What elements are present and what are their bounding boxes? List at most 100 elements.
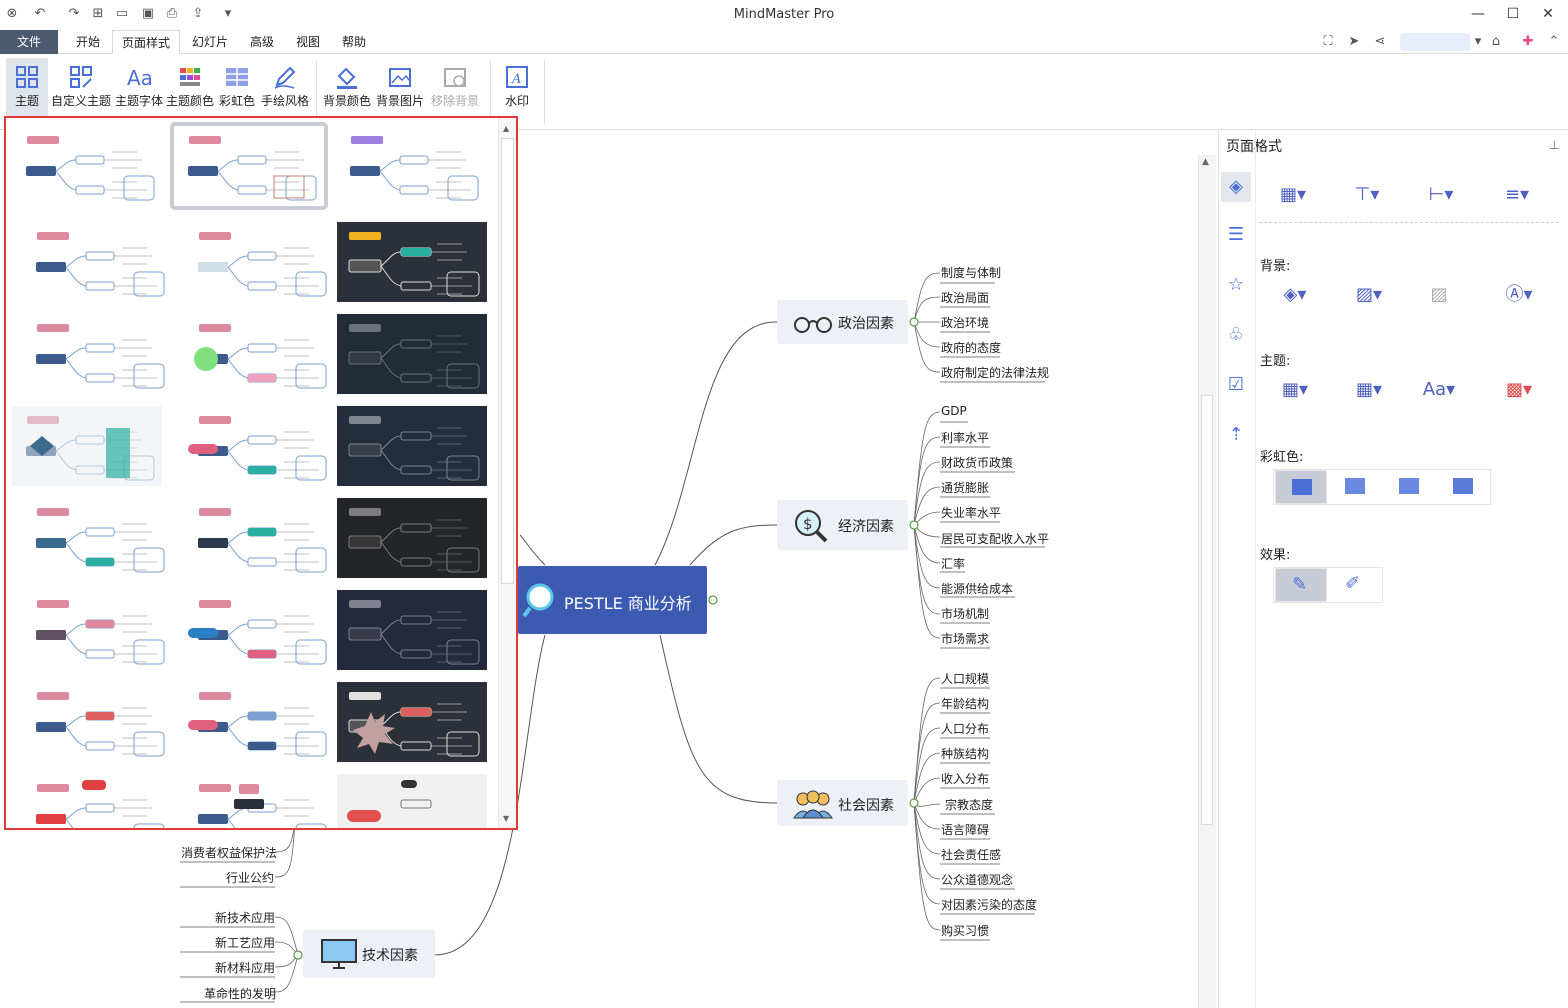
subtopic[interactable]: 财政货币政策 xyxy=(941,454,1013,471)
topic-social[interactable]: 社会因素 xyxy=(777,780,908,826)
rainbow-button[interactable]: 彩虹色 xyxy=(216,58,258,124)
fullscreen-icon[interactable]: ⛶ xyxy=(1320,34,1336,50)
user-account[interactable] xyxy=(1400,33,1470,51)
menu-slideshow[interactable]: 幻灯片 xyxy=(186,30,234,54)
rainbow-option-4[interactable] xyxy=(1437,470,1489,504)
theme-color-icon[interactable]: ▩▾ xyxy=(1499,377,1539,403)
chevron-down-icon[interactable]: ▾ xyxy=(1470,34,1486,50)
subtopic[interactable]: 利率水平 xyxy=(941,429,989,446)
custom-theme-button[interactable]: 自定义主题 xyxy=(50,58,112,124)
clipart-tab-icon[interactable]: ☆ xyxy=(1221,270,1251,300)
subtopic[interactable]: 政治环境 xyxy=(941,314,989,331)
menu-help[interactable]: 帮助 xyxy=(332,30,376,54)
subtopic[interactable]: 居民可支配收入水平 xyxy=(941,530,1049,547)
subtopic[interactable]: 人口规模 xyxy=(941,670,989,687)
subtopic[interactable]: 语言障碍 xyxy=(941,821,989,838)
bg-color-button[interactable]: 背景颜色 xyxy=(322,58,372,124)
subtopic[interactable]: GDP xyxy=(941,404,967,418)
subtopic[interactable]: 通货膨胀 xyxy=(941,479,989,496)
subtopic[interactable]: 能源供给成本 xyxy=(941,580,1013,597)
icon-tab-icon[interactable]: ♧ xyxy=(1221,320,1251,350)
subtopic[interactable]: 革命性的发明 xyxy=(204,985,276,1002)
outline-tab-icon[interactable]: ☰ xyxy=(1221,220,1251,250)
subtopic[interactable]: 新工艺应用 xyxy=(215,934,275,951)
effect-hand-drawn[interactable]: ✐ xyxy=(1329,568,1381,602)
scrollbar-thumb[interactable] xyxy=(1201,395,1213,825)
pin-icon[interactable]: ⊥ xyxy=(1549,138,1559,152)
subtopic[interactable]: 新技术应用 xyxy=(215,909,275,926)
subtopic[interactable]: 公众道德观念 xyxy=(941,871,1013,888)
bg-image-icon[interactable]: ▨▾ xyxy=(1349,282,1389,308)
bg-color-icon[interactable]: ◈▾ xyxy=(1275,282,1315,308)
numbering-icon[interactable]: ≡▾ xyxy=(1497,182,1537,208)
theme-color-button[interactable]: 主题颜色 xyxy=(166,58,214,124)
theme-button[interactable]: 主题 xyxy=(6,58,48,124)
theme-icon[interactable]: ▦▾ xyxy=(1275,377,1315,403)
subtopic[interactable]: 失业率水平 xyxy=(941,504,1001,521)
theme-font-button[interactable]: Aa 主题字体 xyxy=(114,58,164,124)
rainbow-option-3[interactable] xyxy=(1383,470,1435,504)
subtopic[interactable]: 购买习惯 xyxy=(941,922,989,939)
slide-tab-icon[interactable]: ⇡ xyxy=(1221,420,1251,450)
menu-advanced[interactable]: 高级 xyxy=(240,30,284,54)
subtopic[interactable]: 新材料应用 xyxy=(215,959,275,976)
central-topic[interactable]: PESTLE 商业分析 xyxy=(518,566,707,634)
style-tab-icon[interactable]: ◈ xyxy=(1221,172,1251,202)
gallery-scrollbar[interactable]: ▲ ▼ xyxy=(498,118,516,828)
watermark-icon[interactable]: Ⓐ▾ xyxy=(1499,282,1539,308)
watermark-icon: A xyxy=(506,66,528,88)
scroll-up-icon[interactable]: ▲ xyxy=(1202,157,1209,167)
subtopic[interactable]: 消费者权益保护法 xyxy=(181,844,277,861)
layout-tree-icon[interactable]: ⊢▾ xyxy=(1421,182,1461,208)
close-icon[interactable]: ✕ xyxy=(1538,4,1558,24)
subtopic[interactable]: 市场需求 xyxy=(941,630,989,647)
layout-map-icon[interactable]: ▦▾ xyxy=(1273,182,1313,208)
theme-font-icon[interactable]: Aa▾ xyxy=(1419,377,1459,403)
custom-theme-icon[interactable]: ▦▾ xyxy=(1349,377,1389,403)
subtopic[interactable]: 人口分布 xyxy=(941,720,989,737)
scrollbar-thumb[interactable] xyxy=(501,138,514,584)
subtopic[interactable]: 种族结构 xyxy=(941,745,989,762)
topic-tech[interactable]: 技术因素 xyxy=(303,930,435,978)
tab-page-style[interactable]: 页面样式 xyxy=(112,30,180,55)
effect-normal[interactable]: ✎ xyxy=(1275,568,1327,602)
topic-political[interactable]: 政治因素 xyxy=(777,300,908,344)
scroll-down-icon[interactable]: ▼ xyxy=(503,814,509,823)
minimize-icon[interactable]: — xyxy=(1468,4,1488,24)
bg-image-button[interactable]: 背景图片 xyxy=(374,58,426,124)
theme-gallery[interactable]: ▲ ▼ xyxy=(4,116,518,830)
theme-thumb-selected[interactable] xyxy=(170,122,328,210)
subtopic[interactable]: 政治局面 xyxy=(941,289,989,306)
remove-bg-button[interactable]: 移除背景 xyxy=(428,58,482,124)
watermark-button[interactable]: A 水印 xyxy=(498,58,536,124)
maximize-icon[interactable]: ☐ xyxy=(1503,4,1523,24)
collapse-ribbon-icon[interactable]: ⌃ xyxy=(1546,34,1562,50)
subtopic[interactable]: 年龄结构 xyxy=(941,695,989,712)
topic-economic[interactable]: $ 经济因素 xyxy=(777,500,908,550)
shirt-icon[interactable]: ⌂ xyxy=(1488,34,1504,50)
hand-drawn-button[interactable]: 手绘风格 xyxy=(260,58,310,124)
subtopic[interactable]: 对因素污染的态度 xyxy=(941,896,1037,913)
subtopic[interactable]: 政府的态度 xyxy=(941,339,1001,356)
colorful-logo-icon[interactable]: ✚ xyxy=(1520,34,1536,50)
subtopic[interactable]: 汇率 xyxy=(941,555,965,572)
subtopic[interactable]: 收入分布 xyxy=(941,770,989,787)
scroll-up-icon[interactable]: ▲ xyxy=(503,124,509,133)
rainbow-option-2[interactable] xyxy=(1329,470,1381,504)
subtopic[interactable]: 宗教态度 xyxy=(945,796,993,813)
menu-view[interactable]: 视图 xyxy=(286,30,330,54)
menu-file[interactable]: 文件 xyxy=(0,30,58,54)
task-tab-icon[interactable]: ☑ xyxy=(1221,370,1251,400)
publish-icon[interactable]: ➤ xyxy=(1346,34,1362,50)
subtopic[interactable]: 行业公约 xyxy=(226,869,274,886)
menu-start[interactable]: 开始 xyxy=(66,30,110,54)
layout-org-icon[interactable]: ⊤▾ xyxy=(1347,182,1387,208)
subtopic[interactable]: 制度与体制 xyxy=(941,264,1001,281)
subtopic[interactable]: 市场机制 xyxy=(941,605,989,622)
subtopic[interactable]: 政府制定的法律法规 xyxy=(941,364,1049,381)
remove-bg-icon[interactable]: ▨ xyxy=(1419,282,1459,308)
share-icon[interactable]: ⋖ xyxy=(1372,34,1388,50)
subtopic[interactable]: 社会责任感 xyxy=(941,846,1001,863)
canvas-scrollbar[interactable]: ▲ xyxy=(1198,155,1216,1008)
rainbow-option-1[interactable] xyxy=(1275,470,1327,504)
